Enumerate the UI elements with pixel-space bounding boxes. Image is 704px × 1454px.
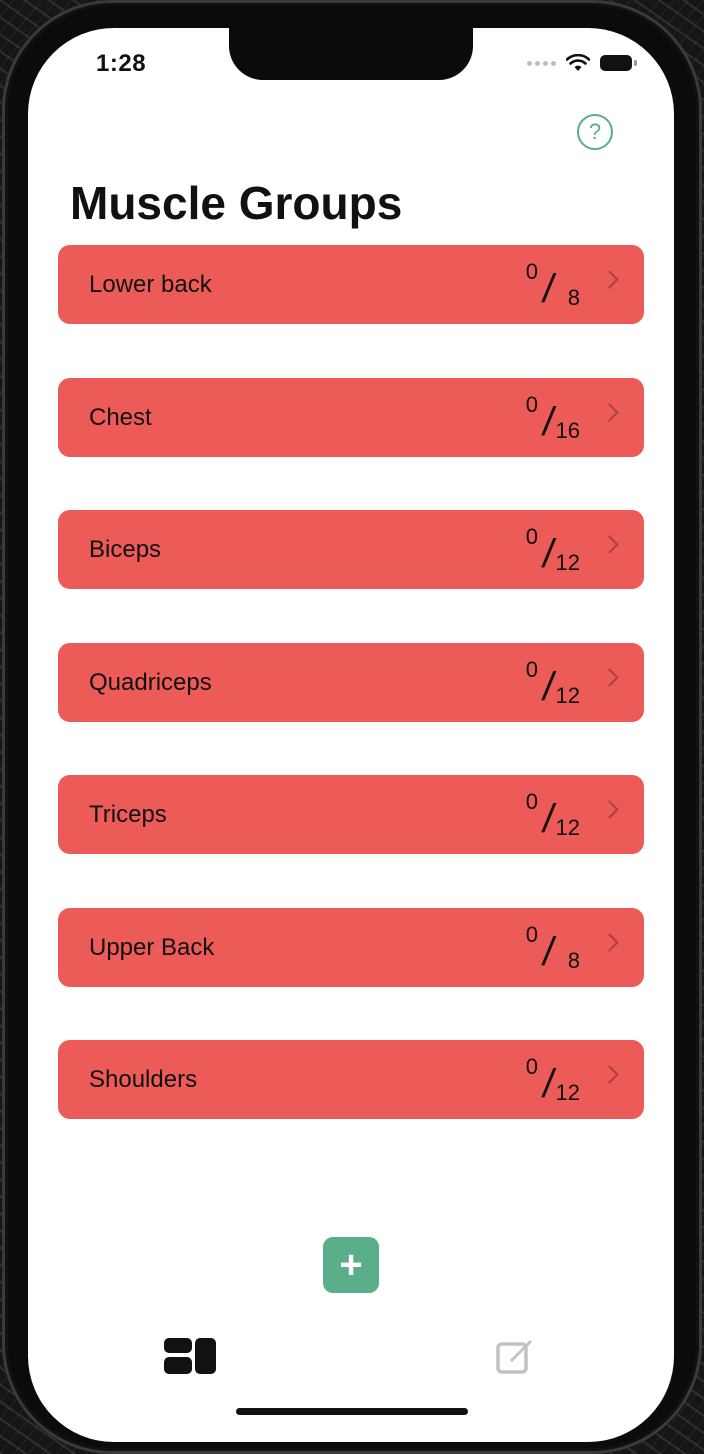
wifi-icon [566, 54, 590, 71]
fraction-slash: / [539, 267, 558, 311]
cellular-signal-icon [527, 60, 556, 66]
completed-count: 0 [525, 921, 538, 947]
completed-count: 0 [525, 524, 538, 549]
chevron-right-icon [600, 1065, 619, 1084]
muscle-group-row[interactable]: Quadriceps 0 / 12 [58, 642, 644, 722]
chevron-right-icon [600, 535, 619, 554]
muscle-group-row[interactable]: Shoulders 0 / 12 [58, 1040, 644, 1119]
page-title: Muscle Groups [70, 177, 403, 229]
status-icons [527, 54, 637, 72]
progress-fraction: 0 / 16 [510, 390, 580, 448]
total-count: 16 [555, 417, 580, 443]
completed-count: 0 [525, 656, 538, 682]
total-count: 8 [567, 285, 580, 310]
fraction-slash: / [539, 929, 558, 974]
progress-fraction: 0 / 8 [510, 920, 580, 978]
phone-frame: 1:28 ? Muscle Groups Lower back 0 / 8 Ch… [2, 0, 702, 1454]
progress-fraction: 0 / 12 [510, 1052, 580, 1110]
total-count: 12 [555, 815, 580, 840]
question-circle-icon: ? [588, 119, 602, 144]
muscle-group-row[interactable]: Biceps 0 / 12 [58, 510, 644, 589]
progress-fraction: 0 / 12 [510, 787, 580, 845]
muscle-group-row[interactable]: Lower back 0 / 8 [58, 245, 644, 324]
muscle-group-label: Upper Back [89, 933, 215, 961]
muscle-group-label: Quadriceps [89, 668, 212, 696]
help-button[interactable]: ? [577, 114, 613, 150]
total-count: 12 [555, 1080, 580, 1105]
add-muscle-group-button[interactable]: + [323, 1237, 379, 1293]
muscle-group-label: Shoulders [89, 1066, 198, 1093]
chevron-right-icon [600, 667, 619, 687]
plus-icon: + [339, 1243, 363, 1287]
edit-tab[interactable] [496, 1336, 534, 1374]
home-indicator[interactable] [236, 1408, 468, 1415]
progress-fraction: 0 / 8 [510, 257, 580, 315]
muscle-group-row[interactable]: Upper Back 0 / 8 [58, 907, 644, 987]
completed-count: 0 [525, 789, 538, 814]
status-time: 1:28 [96, 50, 147, 77]
total-count: 8 [567, 947, 580, 973]
muscle-group-list: Lower back 0 / 8 Chest 0 / 16 Biceps 0 /… [58, 245, 644, 1173]
notch [229, 28, 473, 80]
muscle-group-label: Biceps [89, 536, 162, 563]
chevron-right-icon [600, 402, 619, 422]
completed-count: 0 [525, 1054, 538, 1079]
total-count: 12 [555, 682, 580, 708]
chevron-right-icon [600, 800, 619, 819]
total-count: 12 [555, 550, 580, 575]
progress-fraction: 0 / 12 [510, 522, 580, 580]
muscle-group-label: Chest [89, 403, 152, 431]
completed-count: 0 [525, 259, 538, 284]
muscle-group-label: Lower back [89, 271, 212, 298]
muscle-group-row[interactable]: Triceps 0 / 12 [58, 775, 644, 854]
muscle-group-label: Triceps [89, 801, 167, 828]
completed-count: 0 [525, 391, 538, 417]
chevron-right-icon [600, 270, 619, 289]
dashboard-tab[interactable] [164, 1338, 216, 1374]
battery-icon [600, 55, 637, 71]
chevron-right-icon [600, 932, 619, 952]
app-screen: 1:28 ? Muscle Groups Lower back 0 / 8 Ch… [28, 28, 674, 1442]
progress-fraction: 0 / 12 [510, 655, 580, 713]
dashboard-icon [164, 1338, 192, 1353]
muscle-group-row[interactable]: Chest 0 / 16 [58, 377, 644, 457]
